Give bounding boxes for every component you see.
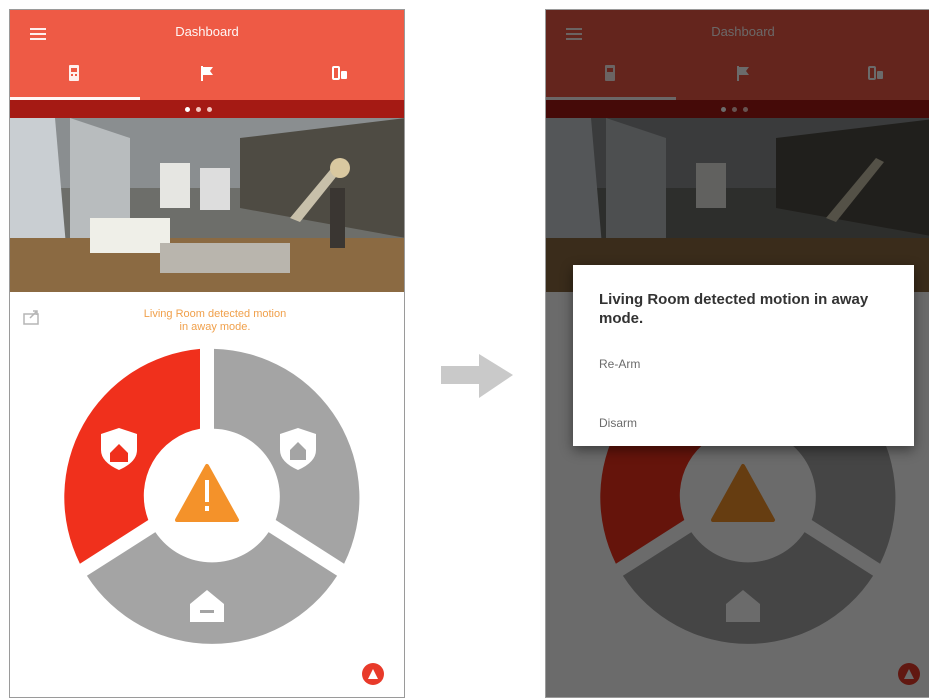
rearm-button[interactable]: Re-Arm xyxy=(599,357,640,371)
dialog-title: Living Room detected motion in away mode… xyxy=(599,291,869,327)
arming-wheel xyxy=(64,348,360,644)
dashboard-screen: Dashboard Living Room detected motion in… xyxy=(9,9,405,698)
disarm-button[interactable]: Disarm xyxy=(599,416,637,430)
motion-alert-dialog: Living Room detected motion in away mode… xyxy=(573,265,914,446)
alert-fab[interactable] xyxy=(362,663,384,685)
dashboard-dialog-screen: Dashboard xyxy=(545,9,929,698)
arrow-right-icon xyxy=(441,354,513,398)
alert-icon xyxy=(368,669,378,679)
